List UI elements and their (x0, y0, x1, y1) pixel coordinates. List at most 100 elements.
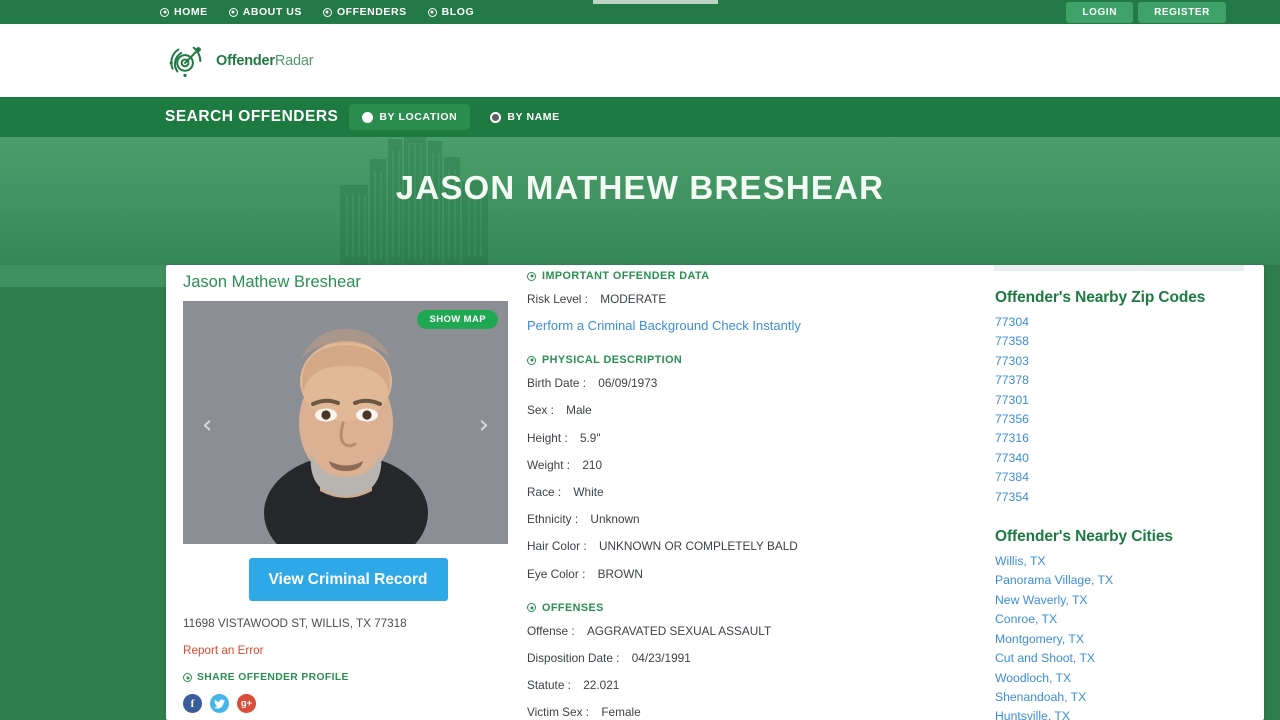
detail-label: Hair Color : (527, 539, 587, 554)
city-link[interactable]: Woodloch, TX (995, 669, 1245, 688)
auth-buttons: LOGIN REGISTER (1066, 2, 1226, 23)
detail-value: 5.9" (579, 430, 601, 445)
detail-value: 04/23/1991 (631, 650, 691, 665)
detail-label: Risk Level : (527, 292, 588, 306)
brand-name: OffenderRadar (216, 52, 314, 69)
chevron-right-icon[interactable]: › (479, 412, 489, 438)
section-important-offender-data: IMPORTANT OFFENDER DATA (527, 270, 957, 282)
page-body: Jason Mathew Breshear SHOW MAP ‹ › View … (0, 265, 1280, 720)
show-map-button[interactable]: SHOW MAP (417, 310, 498, 329)
city-link[interactable]: Montgomery, TX (995, 630, 1245, 649)
background-check-link[interactable]: Perform a Criminal Background Check Inst… (527, 318, 957, 333)
google-plus-icon[interactable]: g+ (237, 694, 256, 713)
detail-label: Eye Color : (527, 566, 586, 581)
nav-item-about-us[interactable]: ABOUT US (228, 6, 302, 18)
offender-address: 11698 VISTAWOOD ST, WILLIS, TX 77318 (183, 617, 407, 630)
zip-code-link[interactable]: 77301 (995, 391, 1245, 410)
detail-row-sex: Sex : Male (527, 403, 957, 417)
twitter-icon[interactable] (210, 694, 229, 713)
city-link[interactable]: Willis, TX (995, 552, 1245, 571)
zip-code-link[interactable]: 77384 (995, 468, 1245, 487)
offender-details-column: IMPORTANT OFFENDER DATA Risk Level : MOD… (527, 270, 957, 720)
section-heading: IMPORTANT OFFENDER DATA (542, 270, 710, 282)
search-mode-by-location[interactable]: BY LOCATION (349, 104, 471, 130)
detail-row-height: Height : 5.9" (527, 431, 957, 445)
detail-row-disposition-date: Disposition Date : 04/23/1991 (527, 651, 957, 665)
detail-row-offense: Offense : AGGRAVATED SEXUAL ASSAULT (527, 624, 957, 638)
view-criminal-record-button[interactable]: View Criminal Record (248, 558, 448, 601)
detail-label: Ethnicity : (527, 512, 579, 527)
zip-code-link[interactable]: 77356 (995, 410, 1245, 429)
zip-code-link[interactable]: 77303 (995, 352, 1245, 371)
target-dot-icon (183, 673, 192, 682)
detail-row-victim-sex: Victim Sex : Female (527, 705, 957, 719)
social-share-buttons: f g+ (183, 694, 513, 713)
login-button[interactable]: LOGIN (1066, 2, 1134, 23)
nav-item-home[interactable]: HOME (160, 6, 208, 18)
zip-code-link[interactable]: 77378 (995, 371, 1245, 390)
target-dot-icon (160, 7, 169, 17)
zip-code-link[interactable]: 77358 (995, 332, 1245, 351)
logo-bar: OffenderRadar (0, 24, 1280, 97)
nearby-sidebar: Offender's Nearby Zip Codes 77304 77358 … (995, 289, 1245, 720)
nav-item-offenders[interactable]: OFFENDERS (322, 6, 407, 18)
detail-label: Birth Date : (527, 376, 587, 391)
city-link[interactable]: Cut and Shoot, TX (995, 649, 1245, 668)
hero-banner: JASON MATHEW BRESHEAR (0, 137, 1280, 265)
chevron-left-icon[interactable]: ‹ (202, 412, 212, 438)
detail-label: Statute : (527, 677, 571, 692)
nav-item-blog[interactable]: BLOG (427, 6, 475, 18)
detail-value: MODERATE (600, 292, 667, 306)
page-title: JASON MATHEW BRESHEAR (395, 169, 885, 206)
detail-value: 22.021 (583, 677, 620, 692)
nav-label: ABOUT US (242, 6, 302, 18)
offender-summary-column: Jason Mathew Breshear SHOW MAP ‹ › View … (183, 273, 513, 713)
section-offenses: OFFENSES (527, 602, 957, 614)
main-menu: HOME ABOUT US OFFENDERS BLOG (160, 6, 474, 18)
city-link[interactable]: Huntsville, TX (995, 707, 1245, 720)
register-button[interactable]: REGISTER (1138, 2, 1226, 23)
detail-row-statute: Statute : 22.021 (527, 678, 957, 692)
city-link[interactable]: Shenandoah, TX (995, 688, 1245, 707)
target-dot-icon (527, 603, 536, 612)
detail-value: BROWN (597, 566, 643, 581)
zip-code-link[interactable]: 77340 (995, 449, 1245, 468)
sheet-top-band (994, 265, 1244, 271)
city-link[interactable]: New Waverly, TX (995, 591, 1245, 610)
detail-row-race: Race : White (527, 485, 957, 499)
facebook-icon[interactable]: f (183, 694, 202, 713)
nav-label: HOME (174, 6, 208, 18)
brand-logo[interactable]: OffenderRadar (165, 40, 314, 82)
target-dot-icon (527, 355, 536, 365)
zip-code-link[interactable]: 77354 (995, 488, 1245, 507)
target-dot-icon (322, 7, 332, 17)
detail-row-ethnicity: Ethnicity : Unknown (527, 512, 957, 526)
zip-code-link[interactable]: 77316 (995, 429, 1245, 448)
top-ghost-element (593, 0, 718, 4)
search-mode-by-name[interactable]: BY NAME (477, 104, 573, 130)
radar-target-icon (169, 46, 202, 77)
nearby-cities-heading: Offender's Nearby Cities (995, 528, 1173, 546)
search-mode-label: BY NAME (507, 111, 560, 123)
detail-label: Disposition Date : (527, 650, 620, 665)
detail-row-birth-date: Birth Date : 06/09/1973 (527, 376, 957, 390)
nav-label: OFFENDERS (336, 6, 407, 18)
city-link[interactable]: Panorama Village, TX (995, 571, 1245, 590)
share-offender-profile[interactable]: SHARE OFFENDER PROFILE (183, 672, 513, 683)
detail-value: 210 (582, 457, 603, 472)
target-dot-icon (427, 7, 437, 17)
section-heading: OFFENSES (542, 601, 604, 614)
top-navigation-bar: HOME ABOUT US OFFENDERS BLOG LOGIN REGIS… (0, 0, 1280, 24)
zip-code-link[interactable]: 77304 (995, 313, 1245, 332)
offender-photo: SHOW MAP ‹ › (183, 301, 508, 544)
search-bar: SEARCH OFFENDERS BY LOCATION BY NAME SEA… (0, 97, 1280, 229)
city-link[interactable]: Conroe, TX (995, 610, 1245, 629)
detail-label: Height : (527, 430, 568, 445)
detail-value: 06/09/1973 (598, 376, 658, 391)
detail-label: Sex : (527, 403, 554, 418)
brand-name-bold: Offender (216, 52, 275, 69)
detail-row-eye-color: Eye Color : BROWN (527, 567, 957, 581)
report-error-link[interactable]: Report an Error (183, 644, 513, 657)
detail-value: Female (601, 705, 641, 720)
target-dot-icon (527, 271, 536, 281)
